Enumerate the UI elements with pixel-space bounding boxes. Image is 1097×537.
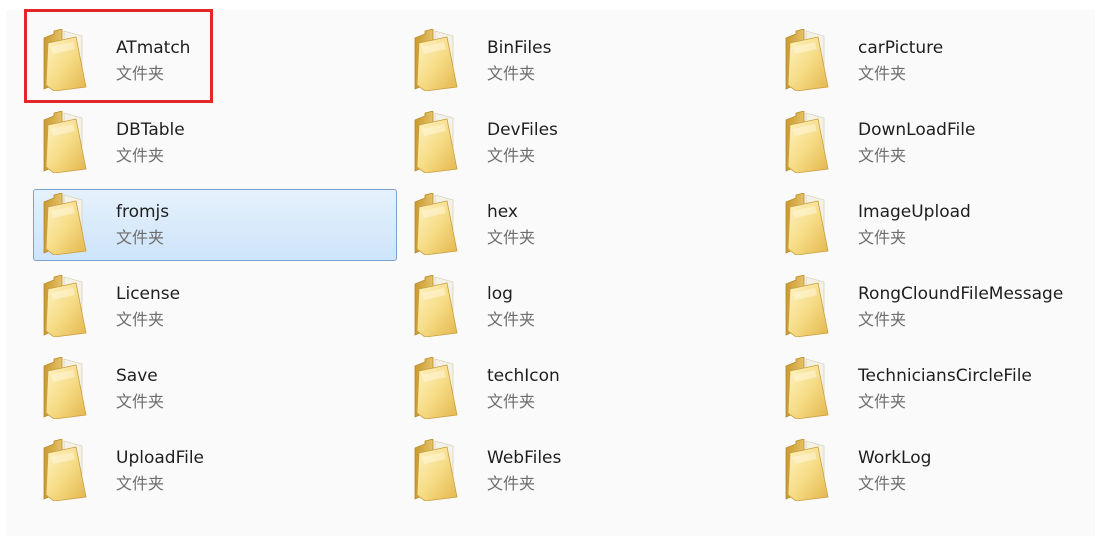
folder-name: UploadFile bbox=[116, 448, 205, 468]
folder-name: RongCloundFileMessage bbox=[858, 284, 1064, 304]
folder-type-label: 文件夹 bbox=[487, 64, 536, 83]
folder-item-binfiles[interactable]: BinFiles 文件夹 bbox=[404, 25, 768, 97]
folder-name: Save bbox=[116, 366, 158, 386]
folder-name: carPicture bbox=[858, 38, 944, 58]
folder-name: TechniciansCircleFile bbox=[858, 366, 1032, 386]
folder-type-label: 文件夹 bbox=[858, 64, 907, 83]
folder-type-label: 文件夹 bbox=[858, 228, 907, 247]
folder-icon bbox=[413, 29, 459, 91]
folder-item-carpicture[interactable]: carPicture 文件夹 bbox=[775, 25, 1087, 97]
folder-type-label: 文件夹 bbox=[858, 474, 907, 493]
folder-icon bbox=[784, 439, 830, 501]
folder-type-label: 文件夹 bbox=[858, 310, 907, 329]
folder-item-techicon[interactable]: techIcon 文件夹 bbox=[404, 353, 768, 425]
folder-name: log bbox=[487, 284, 513, 304]
folder-item-log[interactable]: log 文件夹 bbox=[404, 271, 768, 343]
folder-type-label: 文件夹 bbox=[116, 474, 165, 493]
folder-icon bbox=[784, 111, 830, 173]
folder-icon bbox=[42, 439, 88, 501]
folder-name: DevFiles bbox=[487, 120, 558, 140]
folder-type-label: 文件夹 bbox=[116, 64, 165, 83]
folder-name: DownLoadFile bbox=[858, 120, 976, 140]
folder-item-downloadfile[interactable]: DownLoadFile 文件夹 bbox=[775, 107, 1087, 179]
folder-icon bbox=[42, 357, 88, 419]
folder-item-technicianscirclefile[interactable]: TechniciansCircleFile 文件夹 bbox=[775, 353, 1087, 425]
folder-type-label: 文件夹 bbox=[487, 474, 536, 493]
folder-name: WorkLog bbox=[858, 448, 932, 468]
folder-type-label: 文件夹 bbox=[116, 228, 165, 247]
folder-name: hex bbox=[487, 202, 518, 222]
folder-item-imageupload[interactable]: ImageUpload 文件夹 bbox=[775, 189, 1087, 261]
folder-icon bbox=[413, 111, 459, 173]
folder-item-dbtable[interactable]: DBTable 文件夹 bbox=[33, 107, 397, 179]
folder-name: ImageUpload bbox=[858, 202, 971, 222]
folder-item-worklog[interactable]: WorkLog 文件夹 bbox=[775, 435, 1087, 507]
folder-name: WebFiles bbox=[487, 448, 562, 468]
folder-icon bbox=[784, 193, 830, 255]
folder-item-uploadfile[interactable]: UploadFile 文件夹 bbox=[33, 435, 397, 507]
file-list-pane: ATmatch 文件夹 BinFiles 文件夹 carPicture 文件夹 … bbox=[6, 10, 1095, 536]
folder-icon bbox=[413, 357, 459, 419]
folder-name: techIcon bbox=[487, 366, 560, 386]
folder-grid: ATmatch 文件夹 BinFiles 文件夹 carPicture 文件夹 … bbox=[33, 25, 1087, 507]
folder-name: License bbox=[116, 284, 181, 304]
folder-item-rongcloundfilemessage[interactable]: RongCloundFileMessage 文件夹 bbox=[775, 271, 1087, 343]
folder-type-label: 文件夹 bbox=[487, 392, 536, 411]
folder-name: BinFiles bbox=[487, 38, 552, 58]
folder-icon bbox=[42, 29, 88, 91]
folder-icon bbox=[784, 357, 830, 419]
folder-icon bbox=[413, 439, 459, 501]
folder-type-label: 文件夹 bbox=[487, 228, 536, 247]
folder-icon bbox=[413, 193, 459, 255]
folder-item-save[interactable]: Save 文件夹 bbox=[33, 353, 397, 425]
folder-name: ATmatch bbox=[116, 38, 191, 58]
folder-icon bbox=[784, 29, 830, 91]
folder-name: fromjs bbox=[116, 202, 170, 222]
folder-type-label: 文件夹 bbox=[858, 146, 907, 165]
folder-icon bbox=[42, 275, 88, 337]
folder-item-webfiles[interactable]: WebFiles 文件夹 bbox=[404, 435, 768, 507]
folder-icon bbox=[42, 193, 88, 255]
folder-name: DBTable bbox=[116, 120, 185, 140]
folder-icon bbox=[42, 111, 88, 173]
folder-item-license[interactable]: License 文件夹 bbox=[33, 271, 397, 343]
folder-item-fromjs[interactable]: fromjs 文件夹 bbox=[33, 189, 397, 261]
folder-item-devfiles[interactable]: DevFiles 文件夹 bbox=[404, 107, 768, 179]
folder-type-label: 文件夹 bbox=[487, 310, 536, 329]
folder-type-label: 文件夹 bbox=[116, 392, 165, 411]
folder-type-label: 文件夹 bbox=[116, 146, 165, 165]
folder-item-atmatch[interactable]: ATmatch 文件夹 bbox=[33, 25, 397, 97]
folder-type-label: 文件夹 bbox=[858, 392, 907, 411]
folder-type-label: 文件夹 bbox=[487, 146, 536, 165]
folder-icon bbox=[784, 275, 830, 337]
folder-item-hex[interactable]: hex 文件夹 bbox=[404, 189, 768, 261]
folder-type-label: 文件夹 bbox=[116, 310, 165, 329]
folder-icon bbox=[413, 275, 459, 337]
